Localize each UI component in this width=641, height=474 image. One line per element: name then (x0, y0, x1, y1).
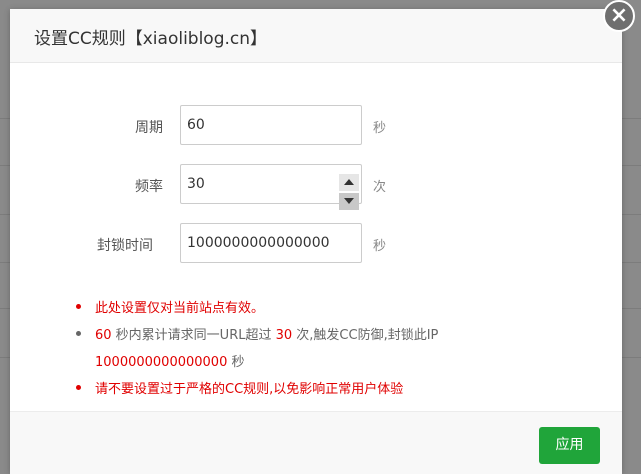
block-time-label: 封锁时间 (97, 238, 153, 254)
bullet-dot-icon (76, 304, 81, 309)
frequency-input[interactable]: 30 (180, 164, 362, 204)
frequency-stepper[interactable] (339, 174, 359, 210)
note-rule-continued: 1000000000000000 秒 (95, 351, 244, 370)
stepper-down-button[interactable] (339, 193, 359, 210)
dialog-footer: 应用 (10, 411, 622, 474)
triangle-down-icon (344, 198, 354, 204)
frequency-label: 频率 (135, 179, 163, 195)
note-rule-text-3: 秒 (227, 355, 245, 370)
note-frequency-value: 30 (275, 328, 293, 343)
block-time-input[interactable]: 1000000000000000 (180, 223, 362, 263)
frequency-unit: 次 (373, 180, 387, 195)
note-warning: 请不要设置过于严格的CC规则,以免影响正常用户体验 (95, 382, 404, 397)
triangle-up-icon (344, 179, 354, 185)
note-scope: 此处设置仅对当前站点有效。 (95, 301, 265, 316)
stepper-up-button[interactable] (339, 174, 359, 191)
period-input[interactable]: 60 (180, 105, 362, 145)
dialog-title: 设置CC规则【xiaoliblog.cn】 (34, 29, 268, 49)
bullet-dot-icon (76, 385, 81, 390)
period-unit: 秒 (373, 121, 387, 136)
block-time-unit: 秒 (373, 239, 387, 254)
apply-button[interactable]: 应用 (539, 427, 600, 464)
bullet-dot-icon (76, 331, 81, 336)
note-rule: 60 秒内累计请求同一URL超过 30 次,触发CC防御,封锁此IP (95, 324, 438, 343)
close-icon[interactable]: × (603, 0, 635, 32)
note-period-value: 60 (95, 328, 112, 343)
dialog-header: 设置CC规则【xiaoliblog.cn】 (10, 9, 622, 63)
period-label: 周期 (135, 120, 163, 136)
cc-rule-dialog: 设置CC规则【xiaoliblog.cn】 周期 60 秒 频率 30 次 封锁… (10, 9, 622, 474)
note-rule-text-1: 秒内累计请求同一URL超过 (111, 328, 276, 343)
note-rule-text-2: 次,触发CC防御,封锁此IP (292, 328, 439, 343)
note-block-time-value: 1000000000000000 (95, 355, 228, 370)
